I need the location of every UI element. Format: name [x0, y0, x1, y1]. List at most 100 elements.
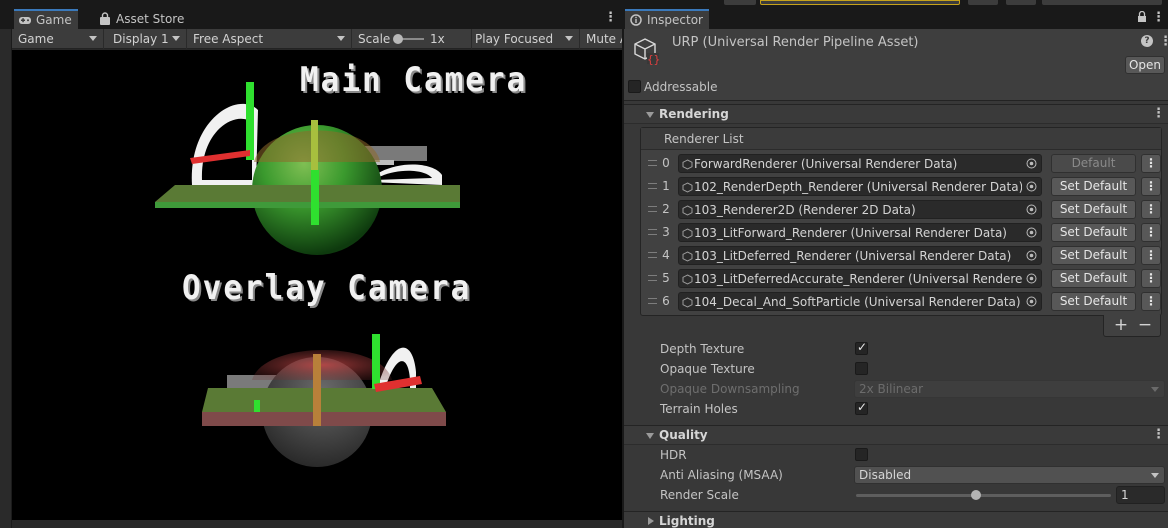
quality-section-header[interactable]: Quality ⋮ — [624, 425, 1168, 445]
help-icon[interactable]: ? — [1141, 35, 1153, 47]
set-default-button[interactable]: Set Default — [1051, 269, 1136, 288]
drag-handle-icon[interactable] — [648, 160, 657, 166]
chevron-down-icon — [1151, 387, 1159, 392]
tab-inspector[interactable]: Inspector — [625, 9, 709, 29]
renderer-index: 6 — [662, 294, 670, 308]
drag-handle-icon[interactable] — [648, 183, 657, 189]
aspect-dropdown[interactable]: Free Aspect — [187, 29, 352, 49]
game-viewport[interactable]: Main Camera Overlay Camera — [12, 50, 622, 520]
tab-asset-store[interactable]: Asset Store — [94, 9, 190, 29]
game-view-dropdown[interactable]: Game — [12, 29, 104, 49]
addressable-checkbox[interactable] — [628, 80, 641, 93]
renderer-object-field[interactable]: 104_Decal_And_SoftParticle (Universal Re… — [678, 292, 1042, 311]
drag-handle-icon[interactable] — [648, 229, 657, 235]
hdr-checkbox[interactable] — [855, 448, 868, 461]
search-strip[interactable] — [760, 0, 960, 5]
tab-game[interactable]: Game — [14, 9, 78, 29]
renderer-object-field[interactable]: 103_LitForward_Renderer (Universal Rende… — [678, 223, 1042, 242]
renderer-index: 3 — [662, 225, 670, 239]
default-button[interactable]: Default — [1051, 154, 1136, 173]
lock-icon[interactable] — [1137, 11, 1147, 23]
open-button[interactable]: Open — [1125, 56, 1165, 74]
game-controller-icon — [19, 17, 31, 24]
chevron-down-icon — [565, 36, 573, 41]
renderer-object-field[interactable]: 103_Renderer2D (Renderer 2D Data) — [678, 200, 1042, 219]
add-renderer-button[interactable]: + — [1109, 315, 1133, 335]
terrain-holes-checkbox[interactable]: ✓ — [855, 400, 868, 415]
opaque-downsampling-dropdown: 2x Bilinear — [854, 380, 1165, 398]
renderer-object-field[interactable]: 102_RenderDepth_Renderer (Universal Rend… — [678, 177, 1042, 196]
renderer-more-options-button[interactable]: ⋮ — [1141, 269, 1161, 288]
scale-slider-knob[interactable] — [393, 34, 403, 44]
drag-handle-icon[interactable] — [648, 275, 657, 281]
set-default-button[interactable]: Set Default — [1051, 223, 1136, 242]
main-camera-title: Main Camera — [300, 60, 528, 100]
render-scale-slider-knob[interactable] — [970, 490, 981, 500]
renderer-data-icon — [682, 274, 693, 285]
renderer-name: 103_LitDeferredAccurate_Renderer (Univer… — [694, 272, 1042, 286]
chevron-down-icon — [337, 36, 345, 41]
game-toolbar: Game Display 1 Free Aspect Scale 1x Play… — [12, 29, 622, 49]
renderer-data-icon — [682, 205, 693, 216]
scale-slider[interactable] — [393, 34, 424, 44]
rendering-section-header[interactable]: Rendering ⋮ — [624, 104, 1168, 124]
lighting-section-header[interactable]: Lighting — [624, 511, 1168, 528]
renderer-row: 0 ForwardRenderer (Universal Renderer Da… — [641, 153, 1161, 176]
rendering-menu-icon[interactable]: ⋮ — [1152, 106, 1165, 121]
drag-handle-icon[interactable] — [648, 206, 657, 212]
object-picker-icon[interactable] — [1022, 293, 1041, 310]
set-default-button[interactable]: Set Default — [1051, 246, 1136, 265]
renderer-object-field[interactable]: 103_LitDeferredAccurate_Renderer (Univer… — [678, 269, 1042, 288]
renderer-more-options-button[interactable]: ⋮ — [1141, 154, 1161, 173]
asset-header: {} URP (Universal Render Pipeline Asset)… — [624, 29, 1168, 101]
object-picker-icon[interactable] — [1022, 224, 1041, 241]
renderer-object-field[interactable]: 103_LitDeferred_Renderer (Universal Rend… — [678, 246, 1042, 265]
renderer-more-options-button[interactable]: ⋮ — [1141, 177, 1161, 196]
opaque-texture-label: Opaque Texture — [660, 362, 755, 376]
object-picker-icon[interactable] — [1022, 270, 1041, 287]
set-default-button[interactable]: Set Default — [1051, 200, 1136, 219]
overlay-camera-scene — [202, 334, 446, 467]
renderer-name: 102_RenderDepth_Renderer (Universal Rend… — [694, 180, 1024, 194]
render-scale-field[interactable]: 1 — [1116, 486, 1165, 504]
renderer-more-options-button[interactable]: ⋮ — [1141, 200, 1161, 219]
lighting-section-title: Lighting — [659, 514, 715, 528]
depth-texture-checkbox[interactable]: ✓ — [855, 340, 868, 355]
scale-value: 1x — [430, 32, 445, 46]
msaa-dropdown[interactable]: Disabled — [854, 466, 1165, 484]
renderer-row: 3 103_LitForward_Renderer (Universal Ren… — [641, 222, 1161, 245]
object-picker-icon[interactable] — [1022, 178, 1041, 195]
object-picker-icon[interactable] — [1022, 201, 1041, 218]
drag-handle-icon[interactable] — [648, 252, 657, 258]
remove-renderer-button[interactable]: − — [1133, 315, 1157, 335]
game-panel-menu-icon[interactable]: ⋮ — [604, 10, 617, 25]
render-scale-slider[interactable] — [856, 490, 1111, 500]
object-picker-icon[interactable] — [1022, 155, 1041, 172]
renderer-more-options-button[interactable]: ⋮ — [1141, 246, 1161, 265]
set-default-button[interactable]: Set Default — [1051, 177, 1136, 196]
renderer-more-options-button[interactable]: ⋮ — [1141, 223, 1161, 242]
inspector-panel: Inspector ⋮ {} URP (Universal Render Pip… — [623, 0, 1168, 528]
object-picker-icon[interactable] — [1022, 247, 1041, 264]
scale-control[interactable]: Scale 1x — [352, 29, 472, 49]
checkmark-icon: ✓ — [857, 340, 868, 354]
drag-handle-icon[interactable] — [648, 298, 657, 304]
play-mode-dropdown[interactable]: Play Focused — [469, 29, 580, 49]
aspect-dropdown-label: Free Aspect — [193, 32, 264, 46]
quality-menu-icon[interactable]: ⋮ — [1152, 427, 1165, 442]
opaque-texture-checkbox[interactable] — [855, 362, 868, 375]
renderer-object-field[interactable]: ForwardRenderer (Universal Renderer Data… — [678, 154, 1042, 173]
renderer-index: 4 — [662, 248, 670, 262]
mute-audio-toggle[interactable]: Mute A — [580, 29, 622, 49]
renderer-more-options-button[interactable]: ⋮ — [1141, 292, 1161, 311]
renderer-row: 2 103_Renderer2D (Renderer 2D Data) Set … — [641, 199, 1161, 222]
renderer-index: 1 — [662, 179, 670, 193]
renderer-name: 103_Renderer2D (Renderer 2D Data) — [694, 203, 916, 217]
asset-menu-icon[interactable]: ⋮ — [1159, 34, 1168, 49]
foldout-expanded-icon — [646, 112, 654, 118]
renderer-index: 2 — [662, 202, 670, 216]
inspector-menu-icon[interactable]: ⋮ — [1152, 10, 1165, 25]
renderer-data-icon — [682, 251, 693, 262]
set-default-button[interactable]: Set Default — [1051, 292, 1136, 311]
display-dropdown[interactable]: Display 1 — [107, 29, 187, 49]
